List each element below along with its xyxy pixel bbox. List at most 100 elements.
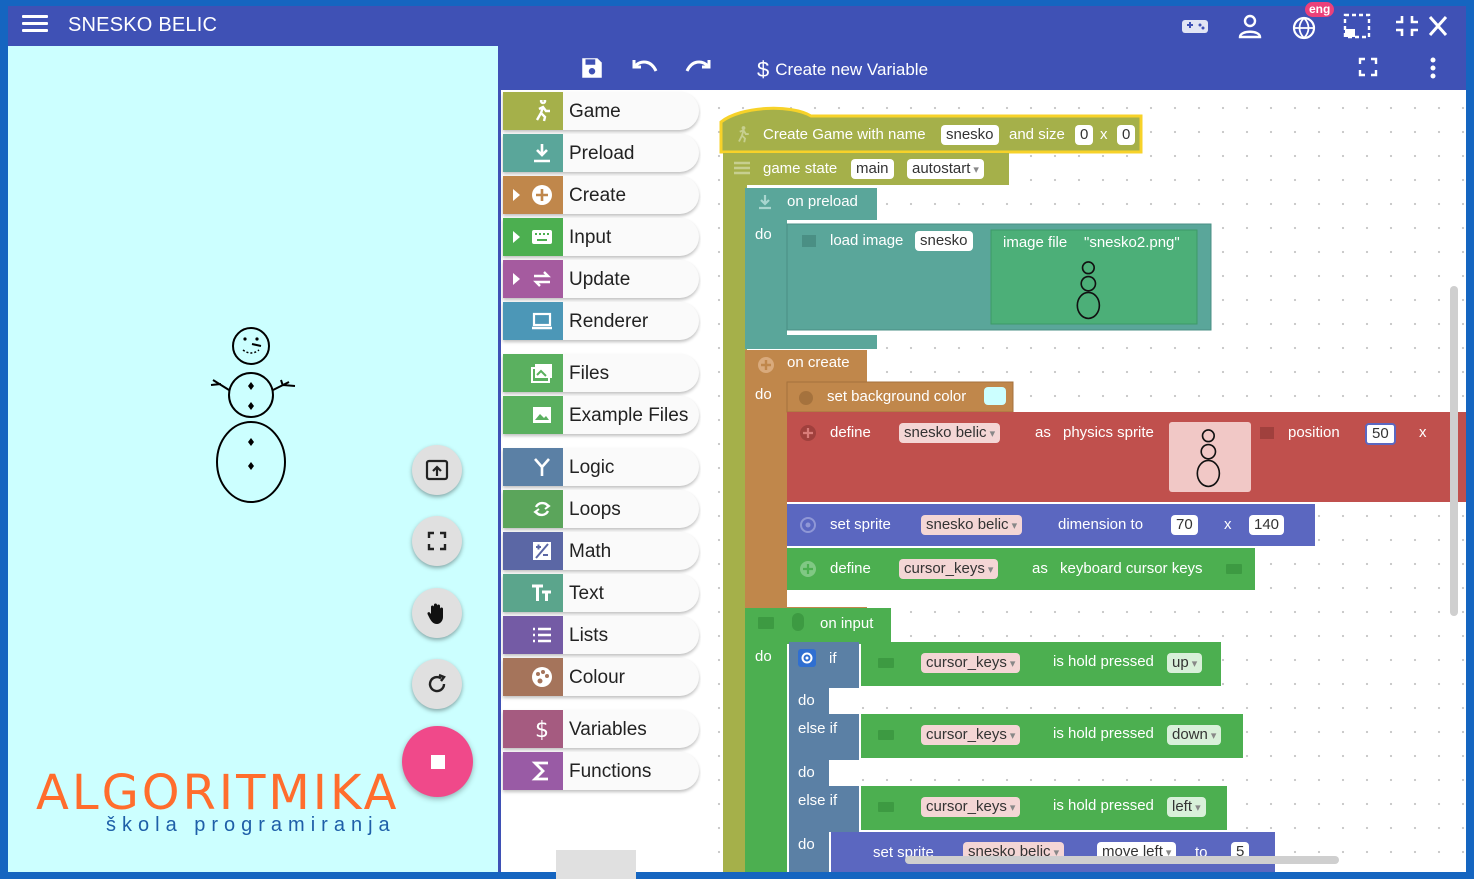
state-name-field[interactable]: main — [851, 159, 894, 179]
fullscreen-exit-icon[interactable] — [1392, 12, 1422, 40]
pan-button[interactable] — [412, 588, 462, 638]
category-math[interactable]: Math — [503, 532, 699, 570]
category-input[interactable]: Input — [503, 218, 699, 256]
hold-label-down: is hold pressed — [1053, 725, 1154, 742]
game-stage[interactable]: ALGORITMIKA škola programiranja — [8, 46, 498, 872]
create-variable-button[interactable]: $ Create new Variable — [757, 57, 928, 83]
gear-icon[interactable] — [798, 649, 816, 667]
expand-icon[interactable] — [1357, 55, 1379, 79]
app-title: SNESKO BELIC — [68, 14, 218, 36]
cond-keyboard-icon-3 — [878, 802, 894, 812]
game-name-field[interactable]: snesko — [941, 125, 999, 145]
more-vert-icon[interactable] — [1426, 55, 1440, 81]
menu-icon[interactable] — [22, 15, 48, 37]
physics-sprite-label: physics sprite — [1063, 424, 1154, 441]
palette-dot-icon — [799, 391, 813, 405]
cond-var-dropdown-up[interactable]: cursor_keys — [921, 653, 1021, 673]
category-example-files[interactable]: Example Files — [503, 396, 699, 434]
category-label: Game — [569, 101, 621, 122]
category-swatch — [503, 532, 563, 570]
undo-icon[interactable] — [631, 55, 659, 81]
category-loops[interactable]: Loops — [503, 490, 699, 528]
workspace-horizontal-scrollbar[interactable] — [905, 856, 1339, 864]
open-in-new-button[interactable] — [412, 445, 462, 495]
category-text[interactable]: Text — [503, 574, 699, 612]
category-label: Create — [569, 185, 627, 206]
block-workspace[interactable]: Create Game with name snesko and size 0 … — [701, 90, 1466, 872]
dim-width-field[interactable]: 70 — [1171, 515, 1198, 535]
blockly-editor: $ Create new Variable Game Preload Create In… — [501, 46, 1466, 879]
mouse-icon — [792, 613, 804, 631]
create-icon — [532, 185, 552, 205]
category-variables[interactable]: $ Variables — [503, 710, 699, 748]
key-dropdown-left[interactable]: left — [1167, 797, 1206, 817]
category-functions[interactable]: Functions — [503, 752, 699, 790]
dim-height-field[interactable]: 140 — [1249, 515, 1285, 535]
category-game[interactable]: Game — [503, 92, 699, 130]
logo-word: ALGORITMIKA — [36, 765, 400, 821]
lists-icon — [533, 627, 551, 643]
workspace-vertical-scrollbar[interactable] — [1450, 286, 1458, 616]
expand-arrow-icon[interactable] — [513, 273, 520, 285]
category-colour[interactable]: Colour — [503, 658, 699, 696]
app-bar: SNESKO BELIC eng — [8, 2, 1466, 46]
sprite-var-dropdown[interactable]: snesko belic — [899, 423, 1001, 443]
on-create-label: on create — [787, 354, 850, 371]
input-keyboard-icon — [758, 617, 774, 629]
game-width-field[interactable]: 0 — [1075, 125, 1094, 145]
category-renderer[interactable]: Renderer — [503, 302, 699, 340]
image-key-field[interactable]: snesko — [915, 231, 973, 251]
stop-button[interactable] — [402, 726, 473, 797]
category-lists[interactable]: Lists — [503, 616, 699, 654]
gamepad-icon[interactable] — [1180, 12, 1210, 40]
save-icon[interactable] — [579, 55, 605, 81]
update-icon — [533, 271, 551, 287]
image-file-value[interactable]: "snesko2.png" — [1084, 234, 1180, 251]
category-swatch — [503, 260, 563, 298]
if-do-label: do — [798, 692, 815, 709]
selection-icon[interactable] — [1342, 12, 1372, 40]
on-preload-label: on preload — [787, 193, 858, 210]
cond-var-dropdown-down[interactable]: cursor_keys — [921, 725, 1021, 745]
account-icon[interactable] — [1235, 12, 1265, 40]
category-files[interactable]: Files — [503, 354, 699, 392]
category-label: Preload — [569, 143, 635, 164]
category-create[interactable]: Create — [503, 176, 699, 214]
keys-var-dropdown[interactable]: cursor_keys — [899, 559, 999, 579]
key-dropdown-up[interactable]: up — [1167, 653, 1203, 673]
game-height-field[interactable]: 0 — [1117, 125, 1136, 145]
cond-var-dropdown-left[interactable]: cursor_keys — [921, 797, 1021, 817]
category-label: Text — [569, 583, 604, 604]
dimension-x-label: x — [1224, 516, 1232, 533]
restart-button[interactable] — [412, 659, 462, 709]
game-runner-icon — [738, 126, 749, 143]
dollar-icon: $ — [757, 57, 770, 82]
bg-color-swatch[interactable] — [984, 387, 1006, 405]
position-x-field[interactable]: 50 — [1365, 423, 1396, 445]
category-label: Variables — [569, 719, 647, 740]
close-icon[interactable] — [1423, 12, 1453, 40]
category-preload[interactable]: Preload — [503, 134, 699, 172]
category-update[interactable]: Update — [503, 260, 699, 298]
fullscreen-stage-button[interactable] — [412, 516, 462, 566]
logo-tagline: škola programiranja — [106, 814, 396, 836]
expand-arrow-icon[interactable] — [513, 189, 520, 201]
state-mode-dropdown[interactable]: autostart — [907, 159, 984, 179]
create-game-label: Create Game with name — [763, 126, 926, 143]
category-swatch — [503, 448, 563, 486]
sprite-image-thumbnail[interactable] — [1191, 428, 1227, 488]
sprite-var2-dropdown[interactable]: snesko belic — [921, 515, 1023, 535]
keyboard-icon — [1226, 564, 1242, 574]
category-label: Functions — [569, 761, 652, 782]
drag-handle-icon — [734, 161, 750, 175]
define-label: define — [830, 424, 871, 441]
toolbox-scroll-stub — [556, 850, 636, 879]
files-icon — [531, 364, 552, 383]
category-label: Colour — [569, 667, 625, 688]
category-label: Example Files — [569, 405, 689, 426]
stop-icon — [431, 755, 445, 769]
category-logic[interactable]: Logic — [503, 448, 699, 486]
redo-icon[interactable] — [684, 55, 712, 81]
expand-arrow-icon[interactable] — [513, 231, 520, 243]
key-dropdown-down[interactable]: down — [1167, 725, 1222, 745]
